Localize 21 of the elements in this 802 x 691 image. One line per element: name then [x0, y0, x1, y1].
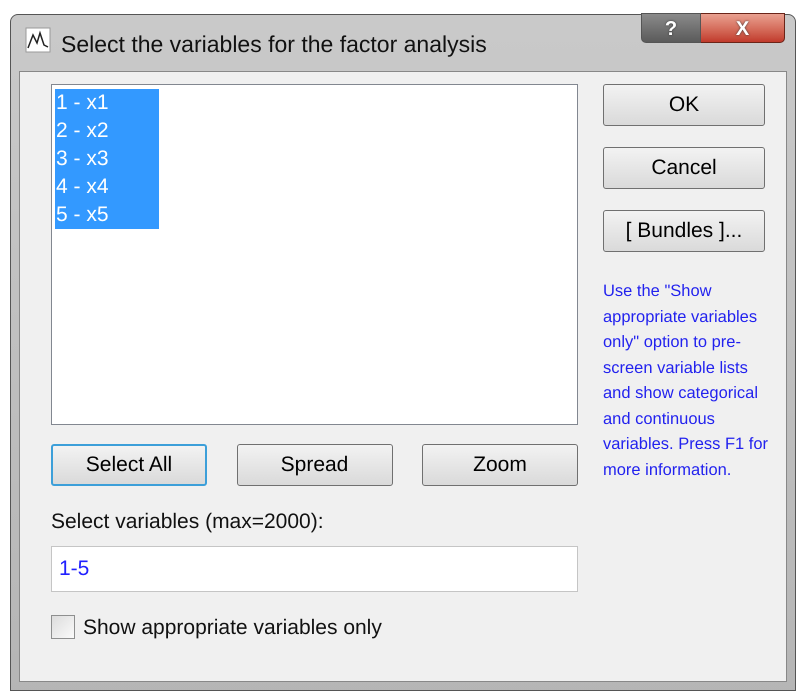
window-title: Select the variables for the factor analysis — [61, 30, 487, 59]
variable-item[interactable]: 5 - x5 — [55, 201, 159, 229]
variable-item[interactable]: 4 - x4 — [55, 173, 159, 201]
chart-app-icon — [25, 27, 51, 53]
field-label: Select variables (max=2000): — [51, 509, 325, 535]
list-button[interactable]: Zoom — [422, 444, 578, 486]
checkbox[interactable] — [51, 615, 75, 640]
help-text: Use the "Show appropriate variables only" option to pre-screen variable lists and show categorical and continuous variables. Press F1 for more information. — [603, 281, 770, 480]
variable-item[interactable]: 2 - x2 — [55, 117, 159, 145]
checkbox-label: Show appropriate variables only — [83, 614, 382, 640]
help-button[interactable]: ? — [641, 13, 701, 43]
variable-item[interactable]: 1 - x1 — [55, 89, 159, 117]
list-button[interactable]: Select All — [51, 444, 207, 486]
variable-list[interactable]: 1 - x1 2 - x2 3 - x3 4 - x4 5 - x5 — [51, 84, 578, 425]
dialog-button[interactable]: OK — [603, 84, 765, 126]
variable-item[interactable]: 3 - x3 — [55, 145, 159, 173]
variables-input[interactable]: 1-5 — [51, 546, 578, 592]
list-button[interactable]: Spread — [236, 444, 392, 486]
close-button[interactable]: X — [701, 13, 785, 43]
dialog-button[interactable]: [ Bundles ]... — [603, 210, 765, 252]
dialog-button[interactable]: Cancel — [603, 147, 765, 189]
